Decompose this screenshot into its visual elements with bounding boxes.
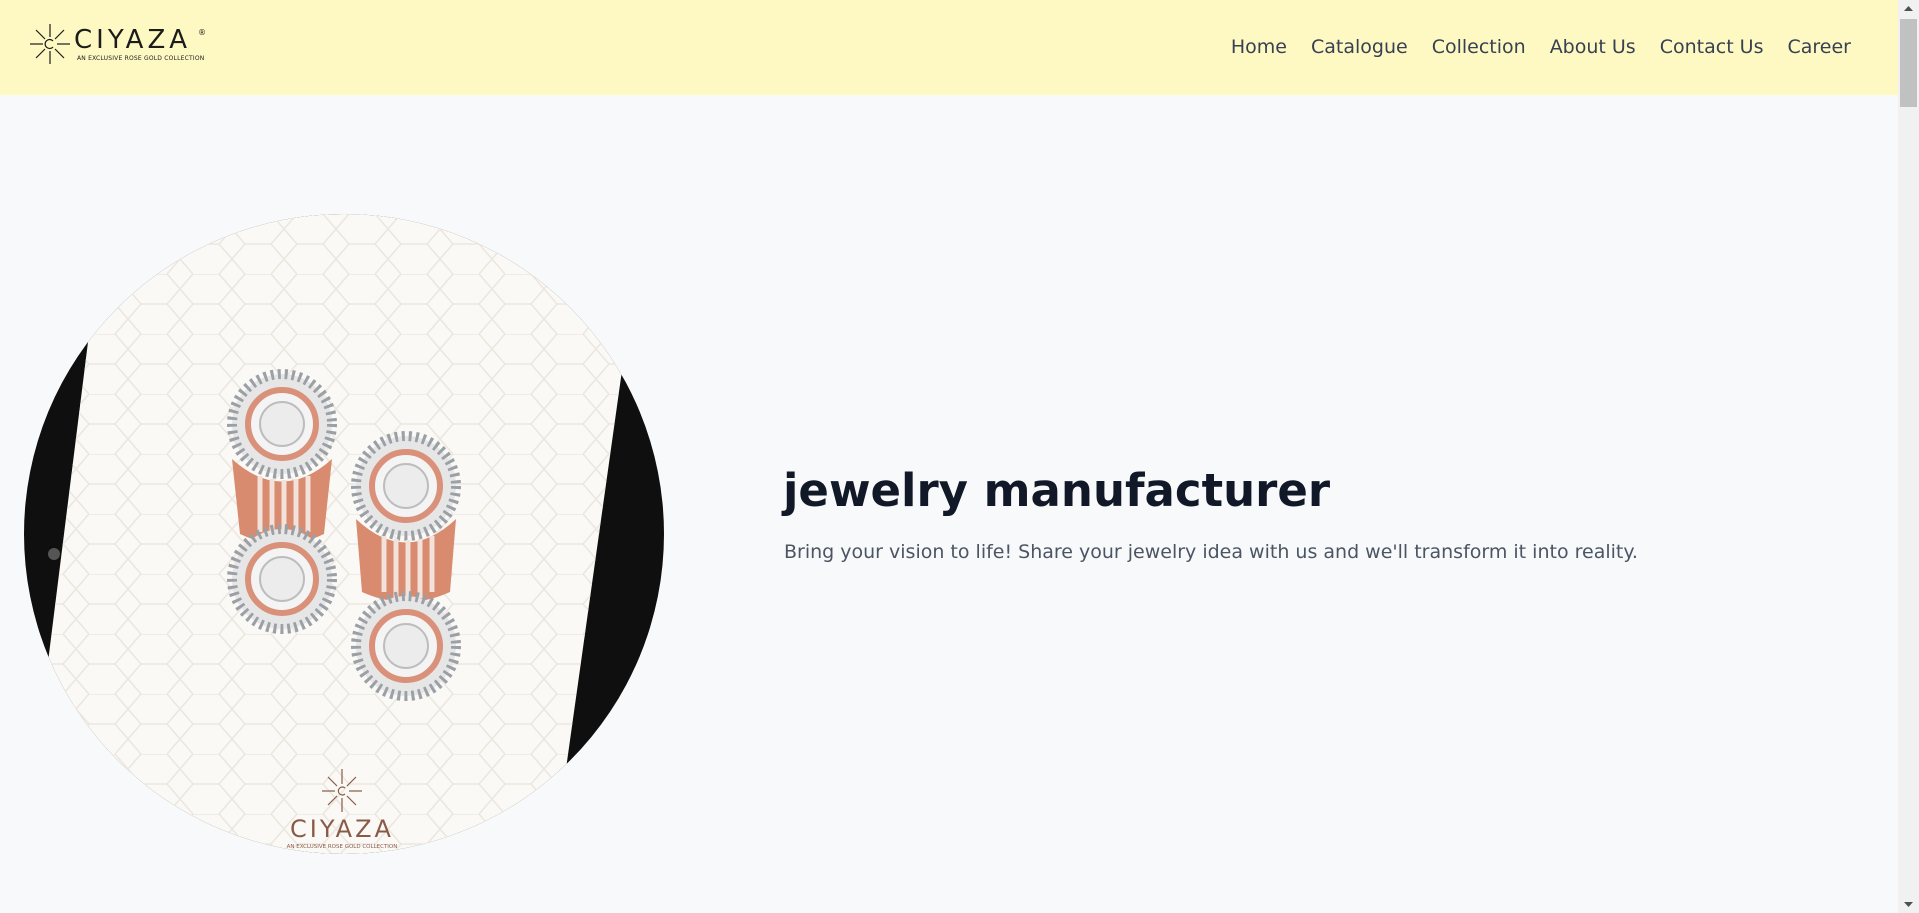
image-brand-tagline: AN EXCLUSIVE ROSE GOLD COLLECTION bbox=[287, 844, 398, 850]
nav-catalogue[interactable]: Catalogue bbox=[1311, 33, 1408, 61]
scroll-up-arrow-icon[interactable] bbox=[1898, 0, 1919, 17]
brand-registered-mark: ® bbox=[198, 28, 206, 37]
hero-title: jewelry manufacturer bbox=[783, 464, 1331, 517]
brand-name: CIYAZA bbox=[74, 25, 192, 55]
left-earring bbox=[227, 369, 337, 634]
page-scrollbar[interactable] bbox=[1898, 0, 1919, 913]
nav-collection[interactable]: Collection bbox=[1432, 33, 1526, 61]
image-brand-name: CIYAZA bbox=[290, 815, 394, 843]
site-header: CIYAZA ® AN EXCLUSIVE ROSE GOLD COLLECTI… bbox=[0, 0, 1898, 95]
nav-home[interactable]: Home bbox=[1231, 33, 1287, 61]
nav-about-us[interactable]: About Us bbox=[1550, 33, 1636, 61]
nav-contact-us[interactable]: Contact Us bbox=[1660, 33, 1764, 61]
sun-star-icon bbox=[30, 24, 70, 64]
right-earring bbox=[351, 431, 461, 701]
scrollbar-thumb[interactable] bbox=[1900, 19, 1917, 107]
brand-logo[interactable]: CIYAZA ® AN EXCLUSIVE ROSE GOLD COLLECTI… bbox=[28, 22, 208, 70]
main-nav: Home Catalogue Collection About Us Conta… bbox=[1231, 33, 1851, 61]
hero-subtitle: Bring your vision to life! Share your je… bbox=[784, 541, 1638, 563]
scroll-down-arrow-icon[interactable] bbox=[1898, 896, 1919, 913]
hero-earrings-image: CIYAZA AN EXCLUSIVE ROSE GOLD COLLECTION bbox=[24, 214, 664, 854]
brand-tagline: AN EXCLUSIVE ROSE GOLD COLLECTION bbox=[77, 55, 205, 62]
nav-career[interactable]: Career bbox=[1788, 33, 1852, 61]
